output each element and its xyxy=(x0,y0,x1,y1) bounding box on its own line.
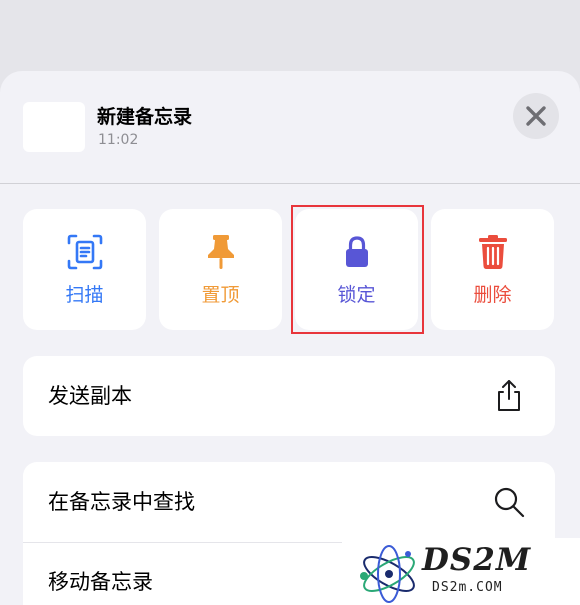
delete-button[interactable]: 删除 xyxy=(431,209,554,330)
sheet-header: 新建备忘录 11:02 xyxy=(0,71,580,183)
watermark-brand: DS2M xyxy=(422,542,532,578)
note-title: 新建备忘录 xyxy=(97,106,193,128)
watermark: DS2M DS2m.COM xyxy=(342,538,580,605)
atom-logo-icon xyxy=(360,545,415,603)
header-divider xyxy=(0,183,580,184)
delete-label: 删除 xyxy=(473,284,512,306)
find-in-note-row[interactable]: 在备忘录中查找 xyxy=(23,462,555,542)
find-in-note-label: 在备忘录中查找 xyxy=(48,490,195,514)
pin-icon xyxy=(208,235,234,269)
close-icon xyxy=(526,106,546,126)
move-note-label: 移动备忘录 xyxy=(48,570,153,594)
share-sheet: 新建备忘录 11:02 扫描 置顶 锁定 删除 发送副本 在备忘录中查找 移动备… xyxy=(0,71,580,605)
send-copy-label: 发送副本 xyxy=(48,384,132,408)
send-copy-row[interactable]: 发送副本 xyxy=(23,356,555,436)
note-time: 11:02 xyxy=(98,132,139,148)
pin-label: 置顶 xyxy=(201,284,240,306)
trash-icon xyxy=(479,235,507,269)
search-icon xyxy=(494,487,525,518)
scan-label: 扫描 xyxy=(65,284,104,306)
note-thumbnail xyxy=(23,102,85,152)
share-icon xyxy=(498,380,520,411)
scan-button[interactable]: 扫描 xyxy=(23,209,146,330)
highlight-box xyxy=(291,205,424,334)
watermark-url: DS2m.COM xyxy=(432,580,503,595)
pin-button[interactable]: 置顶 xyxy=(159,209,282,330)
close-button[interactable] xyxy=(513,93,559,139)
scan-document-icon xyxy=(67,234,103,270)
